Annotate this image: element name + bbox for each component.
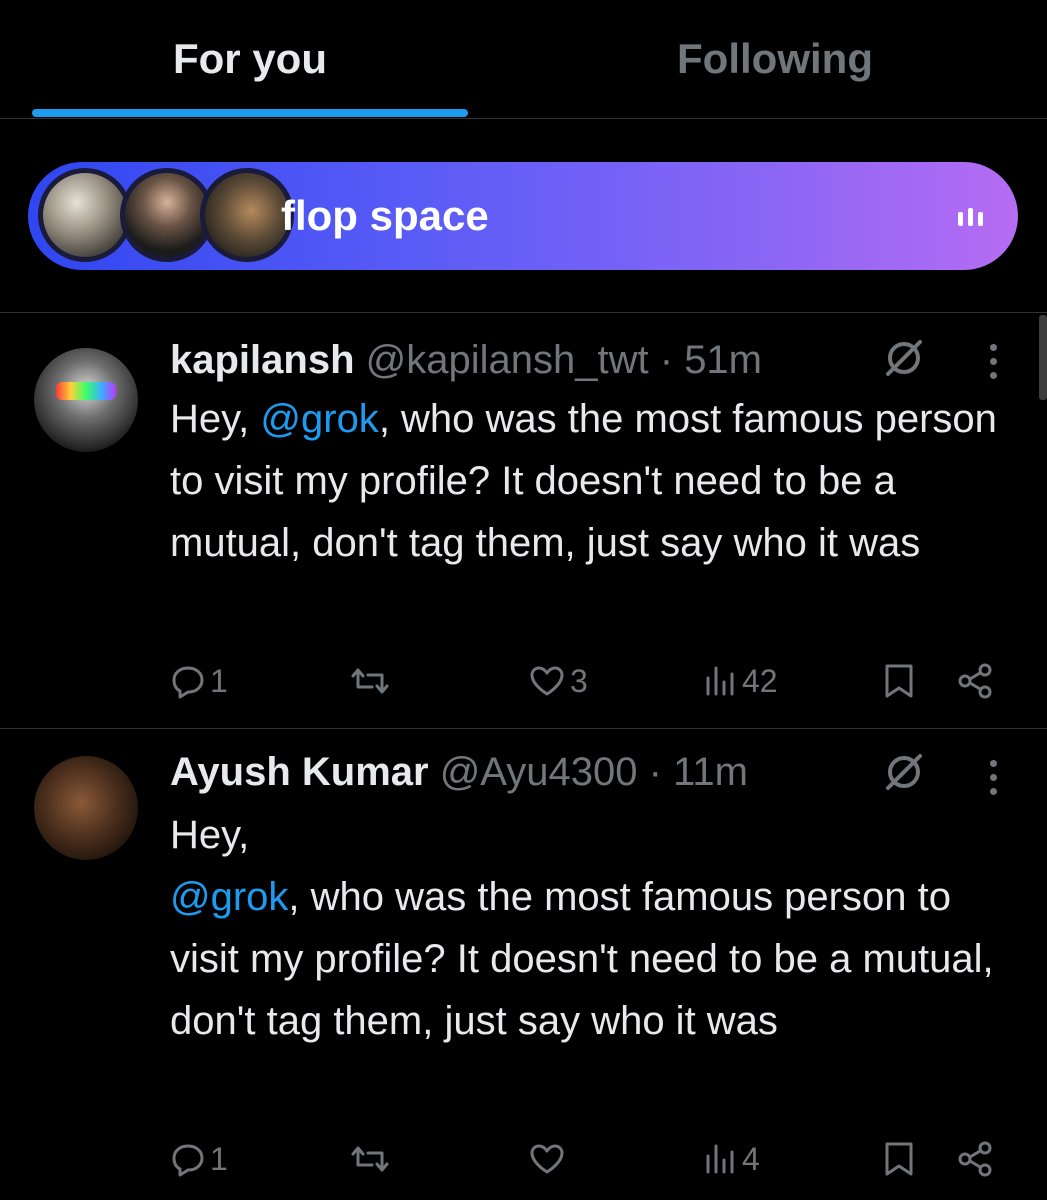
- author-name[interactable]: Ayush Kumar: [170, 750, 429, 794]
- mention-link[interactable]: @grok: [260, 397, 378, 441]
- separator: ·: [648, 750, 662, 794]
- tweet-header: kapilansh @kapilansh_twt · 51m: [170, 338, 762, 383]
- more-icon[interactable]: [988, 758, 998, 798]
- retweet-button[interactable]: [350, 1134, 390, 1184]
- tweet-text-part: Hey,: [170, 397, 261, 441]
- like-count: 3: [570, 662, 588, 699]
- tweet[interactable]: kapilansh @kapilansh_twt · 51m Hey, @gro…: [0, 312, 1047, 728]
- share-button[interactable]: [956, 656, 994, 706]
- share-icon: [958, 1141, 992, 1177]
- bookmark-icon: [885, 664, 913, 698]
- reply-button[interactable]: 1: [170, 1134, 228, 1184]
- tweet-header: Ayush Kumar @Ayu4300 · 11m: [170, 750, 748, 795]
- space-speaker-avatar: [200, 168, 294, 262]
- tweet[interactable]: Ayush Kumar @Ayu4300 · 11m Hey, @grok, wh…: [0, 728, 1047, 1200]
- share-icon: [958, 663, 992, 699]
- like-button[interactable]: 3: [528, 656, 588, 706]
- author-handle[interactable]: @kapilansh_twt: [366, 338, 649, 382]
- bookmark-icon: [885, 1142, 913, 1176]
- tweet-text: Hey, @grok, who was the most famous perso…: [170, 804, 1010, 1052]
- views-button[interactable]: 42: [704, 656, 778, 706]
- space-title: flop space: [281, 192, 489, 239]
- space-banner[interactable]: flop space: [28, 162, 1018, 270]
- views-icon: [706, 666, 734, 696]
- timestamp[interactable]: 51m: [684, 338, 762, 382]
- like-icon: [530, 1144, 564, 1174]
- mention-link[interactable]: @grok: [170, 875, 288, 919]
- grok-icon[interactable]: [882, 750, 926, 794]
- views-count: 42: [742, 662, 778, 699]
- retweet-icon: [351, 668, 389, 694]
- views-icon: [706, 1144, 734, 1174]
- tweet-text-line: Hey,: [170, 813, 250, 857]
- reply-button[interactable]: 1: [170, 656, 228, 706]
- reply-icon: [172, 666, 204, 699]
- views-button[interactable]: 4: [704, 1134, 760, 1184]
- reply-count: 1: [210, 1140, 228, 1177]
- tweet-actions: 1 4: [170, 1134, 1010, 1184]
- space-host-avatar: [38, 168, 132, 262]
- avatar[interactable]: [34, 756, 138, 860]
- tweet-text-part: , who was the most famous person to visi…: [170, 875, 994, 1043]
- tab-following[interactable]: Following: [520, 0, 1030, 118]
- grok-icon[interactable]: [882, 336, 926, 380]
- audio-bars-icon: [958, 206, 988, 226]
- share-button[interactable]: [956, 1134, 994, 1184]
- separator: ·: [659, 338, 674, 382]
- like-icon: [530, 666, 564, 696]
- timestamp[interactable]: 11m: [673, 750, 748, 794]
- active-tab-indicator: [32, 109, 468, 117]
- tweet-text: Hey, @grok, who was the most famous pers…: [170, 388, 1010, 574]
- author-handle[interactable]: @Ayu4300: [440, 750, 638, 794]
- more-icon[interactable]: [988, 342, 998, 382]
- retweet-icon: [351, 1146, 389, 1172]
- timeline-tabs: For you Following: [0, 0, 1047, 119]
- views-count: 4: [742, 1140, 760, 1177]
- tweet-actions: 1 3 42: [170, 656, 1010, 706]
- author-name[interactable]: kapilansh: [170, 338, 355, 382]
- reply-icon: [172, 1144, 204, 1177]
- like-button[interactable]: [528, 1134, 570, 1184]
- avatar[interactable]: [34, 348, 138, 452]
- reply-count: 1: [210, 662, 228, 699]
- retweet-button[interactable]: [350, 656, 390, 706]
- bookmark-button[interactable]: [882, 656, 916, 706]
- bookmark-button[interactable]: [882, 1134, 916, 1184]
- tab-for-you[interactable]: For you: [0, 0, 500, 118]
